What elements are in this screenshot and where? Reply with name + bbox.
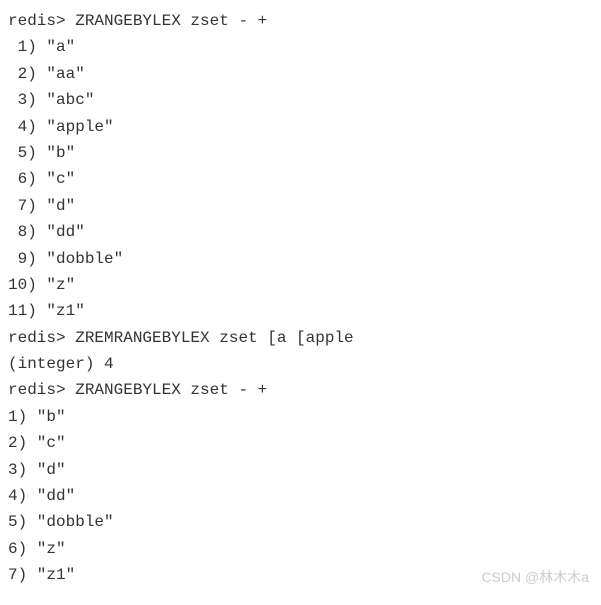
result-list-item: 5) "b" xyxy=(8,140,593,166)
result-list-item: 6) "c" xyxy=(8,166,593,192)
redis-cli-terminal: redis> ZRANGEBYLEX zset - + 1) "a" 2) "a… xyxy=(8,8,593,589)
result-list-item: 1) "b" xyxy=(8,404,593,430)
result-list-item: 11) "z1" xyxy=(8,298,593,324)
result-list-item: 2) "c" xyxy=(8,430,593,456)
result-list-item: 4) "apple" xyxy=(8,114,593,140)
result-list-item: 3) "d" xyxy=(8,457,593,483)
result-list-item: 2) "aa" xyxy=(8,61,593,87)
result-list-item: 6) "z" xyxy=(8,536,593,562)
result-list-item: 7) "d" xyxy=(8,193,593,219)
result-list-item: 9) "dobble" xyxy=(8,246,593,272)
command-line[interactable]: redis> ZRANGEBYLEX zset - + xyxy=(8,8,593,34)
result-integer: (integer) 4 xyxy=(8,351,593,377)
result-list-item: 3) "abc" xyxy=(8,87,593,113)
command-line[interactable]: redis> ZREMRANGEBYLEX zset [a [apple xyxy=(8,325,593,351)
result-list-item: 4) "dd" xyxy=(8,483,593,509)
command-line[interactable]: redis> ZRANGEBYLEX zset - + xyxy=(8,377,593,403)
result-list-item: 7) "z1" xyxy=(8,562,593,588)
result-list-item: 1) "a" xyxy=(8,34,593,60)
result-list-item: 5) "dobble" xyxy=(8,509,593,535)
result-list-item: 8) "dd" xyxy=(8,219,593,245)
result-list-item: 10) "z" xyxy=(8,272,593,298)
